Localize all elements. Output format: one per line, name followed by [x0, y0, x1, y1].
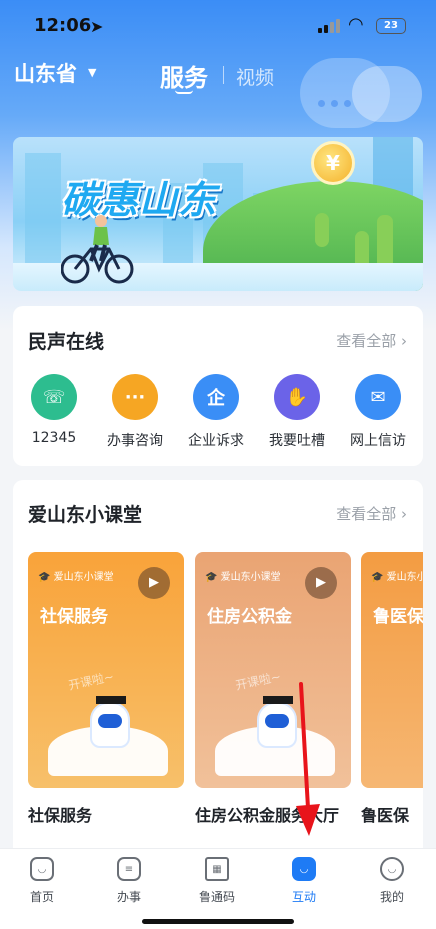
see-all-link[interactable]: 查看全部 ›: [336, 330, 407, 351]
tab-label: 办事: [116, 890, 141, 904]
enterprise-icon: 企: [193, 374, 239, 420]
play-icon[interactable]: ▶: [305, 567, 337, 599]
cellular-signal-icon: [318, 19, 340, 33]
tab-label: 我的: [379, 890, 404, 904]
home-icon: ◡: [30, 857, 54, 881]
tab-profile[interactable]: ◡ 我的: [362, 857, 422, 905]
interact-icon: ◡: [292, 857, 316, 881]
course-watermark: 开课啦~: [234, 669, 283, 693]
province-selector[interactable]: 山东省: [14, 58, 77, 88]
decor-dot: [318, 100, 325, 107]
service-label: 网上信访: [350, 433, 406, 449]
service-label: 企业诉求: [188, 433, 244, 449]
tab-divider: [223, 66, 224, 84]
bottom-tab-bar: ◡ 首页 ≡ 办事 ▦ 鲁通码 ◡ 互动 ◡ 我的: [0, 848, 436, 929]
see-all-link[interactable]: 查看全部 ›: [336, 503, 407, 524]
service-consult[interactable]: ··· 办事咨询: [95, 374, 175, 450]
decor-dot: [331, 100, 338, 107]
course-name: 鲁医保: [373, 607, 423, 627]
course-caption[interactable]: 鲁医保: [361, 802, 409, 826]
tasks-icon: ≡: [117, 857, 141, 881]
tab-label: 首页: [29, 890, 54, 904]
status-time: 12:06: [34, 15, 92, 36]
qr-code-icon: ▦: [205, 857, 229, 881]
classroom-card: 爱山东小课堂 查看全部 › 🎓 爱山东小课堂 ▶ 社保服务 开课啦~ 社保服务 …: [13, 480, 423, 860]
profile-icon: ◡: [380, 857, 404, 881]
tab-service[interactable]: 服务: [160, 58, 208, 93]
course-watermark: 开课啦~: [67, 669, 116, 693]
tab-qr-code[interactable]: ▦ 鲁通码: [187, 857, 247, 905]
service-complain[interactable]: ✋ 我要吐槽: [257, 374, 337, 450]
hotline-12345-icon: ☏: [31, 374, 77, 420]
chat-bubble-icon: ···: [112, 374, 158, 420]
tab-tasks[interactable]: ≡ 办事: [99, 857, 159, 905]
course-caption[interactable]: 住房公积金服务大厅: [195, 802, 339, 826]
location-arrow-icon: ➤: [90, 17, 104, 36]
robot-mascot: [90, 696, 130, 748]
tab-home[interactable]: ◡ 首页: [12, 857, 72, 905]
tab-label: 鲁通码: [198, 890, 235, 904]
caret-down-icon[interactable]: ▼: [88, 66, 96, 79]
service-enterprise[interactable]: 企 企业诉求: [176, 374, 256, 450]
promo-banner[interactable]: ¥ 碳惠山东: [13, 137, 423, 291]
building: [25, 153, 61, 263]
wifi-icon: ◠: [348, 14, 364, 35]
tab-label: 互动: [291, 890, 316, 904]
service-label: 12345: [31, 430, 77, 446]
tree: [315, 213, 329, 247]
service-12345[interactable]: ☏ 12345: [14, 374, 94, 446]
course-badge: 🎓 爱山东小课堂: [371, 572, 423, 583]
course-card-housing-fund[interactable]: 🎓 爱山东小课堂 ▶ 住房公积金 开课啦~: [195, 552, 351, 788]
cyclist-illustration: [61, 215, 134, 284]
course-name: 住房公积金: [207, 607, 292, 627]
mailbox-icon: ✉: [355, 374, 401, 420]
section-title: 民声在线: [28, 331, 105, 353]
active-tab-indicator: [175, 90, 193, 94]
voice-online-card: 民声在线 查看全部 › ☏ 12345 ··· 办事咨询 企 企业诉求 ✋ 我要…: [13, 306, 423, 466]
coin-icon: ¥: [311, 141, 355, 185]
home-indicator: [142, 919, 294, 924]
course-badge: 🎓 爱山东小课堂: [205, 572, 281, 583]
decor-bubble: [352, 66, 422, 122]
service-label: 办事咨询: [107, 433, 163, 449]
tab-interact[interactable]: ◡ 互动: [274, 857, 334, 905]
thumbs-down-icon: ✋: [274, 374, 320, 420]
course-name: 社保服务: [40, 607, 108, 627]
section-title: 爱山东小课堂: [28, 504, 143, 526]
tab-video[interactable]: 视频: [236, 63, 274, 90]
service-label: 我要吐槽: [269, 433, 325, 449]
play-icon[interactable]: ▶: [138, 567, 170, 599]
course-caption[interactable]: 社保服务: [28, 802, 92, 826]
decor-dot: [344, 100, 351, 107]
course-badge: 🎓 爱山东小课堂: [38, 572, 114, 583]
course-card-social-security[interactable]: 🎓 爱山东小课堂 ▶ 社保服务 开课啦~: [28, 552, 184, 788]
robot-mascot: [257, 696, 297, 748]
service-petition[interactable]: ✉ 网上信访: [338, 374, 418, 450]
course-card-medical-insurance[interactable]: 🎓 爱山东小课堂 鲁医保: [361, 552, 423, 788]
battery-icon: 23: [376, 18, 406, 34]
status-bar: 12:06 ➤ ◠ 23: [0, 0, 436, 52]
battery-level: 23: [384, 20, 398, 31]
